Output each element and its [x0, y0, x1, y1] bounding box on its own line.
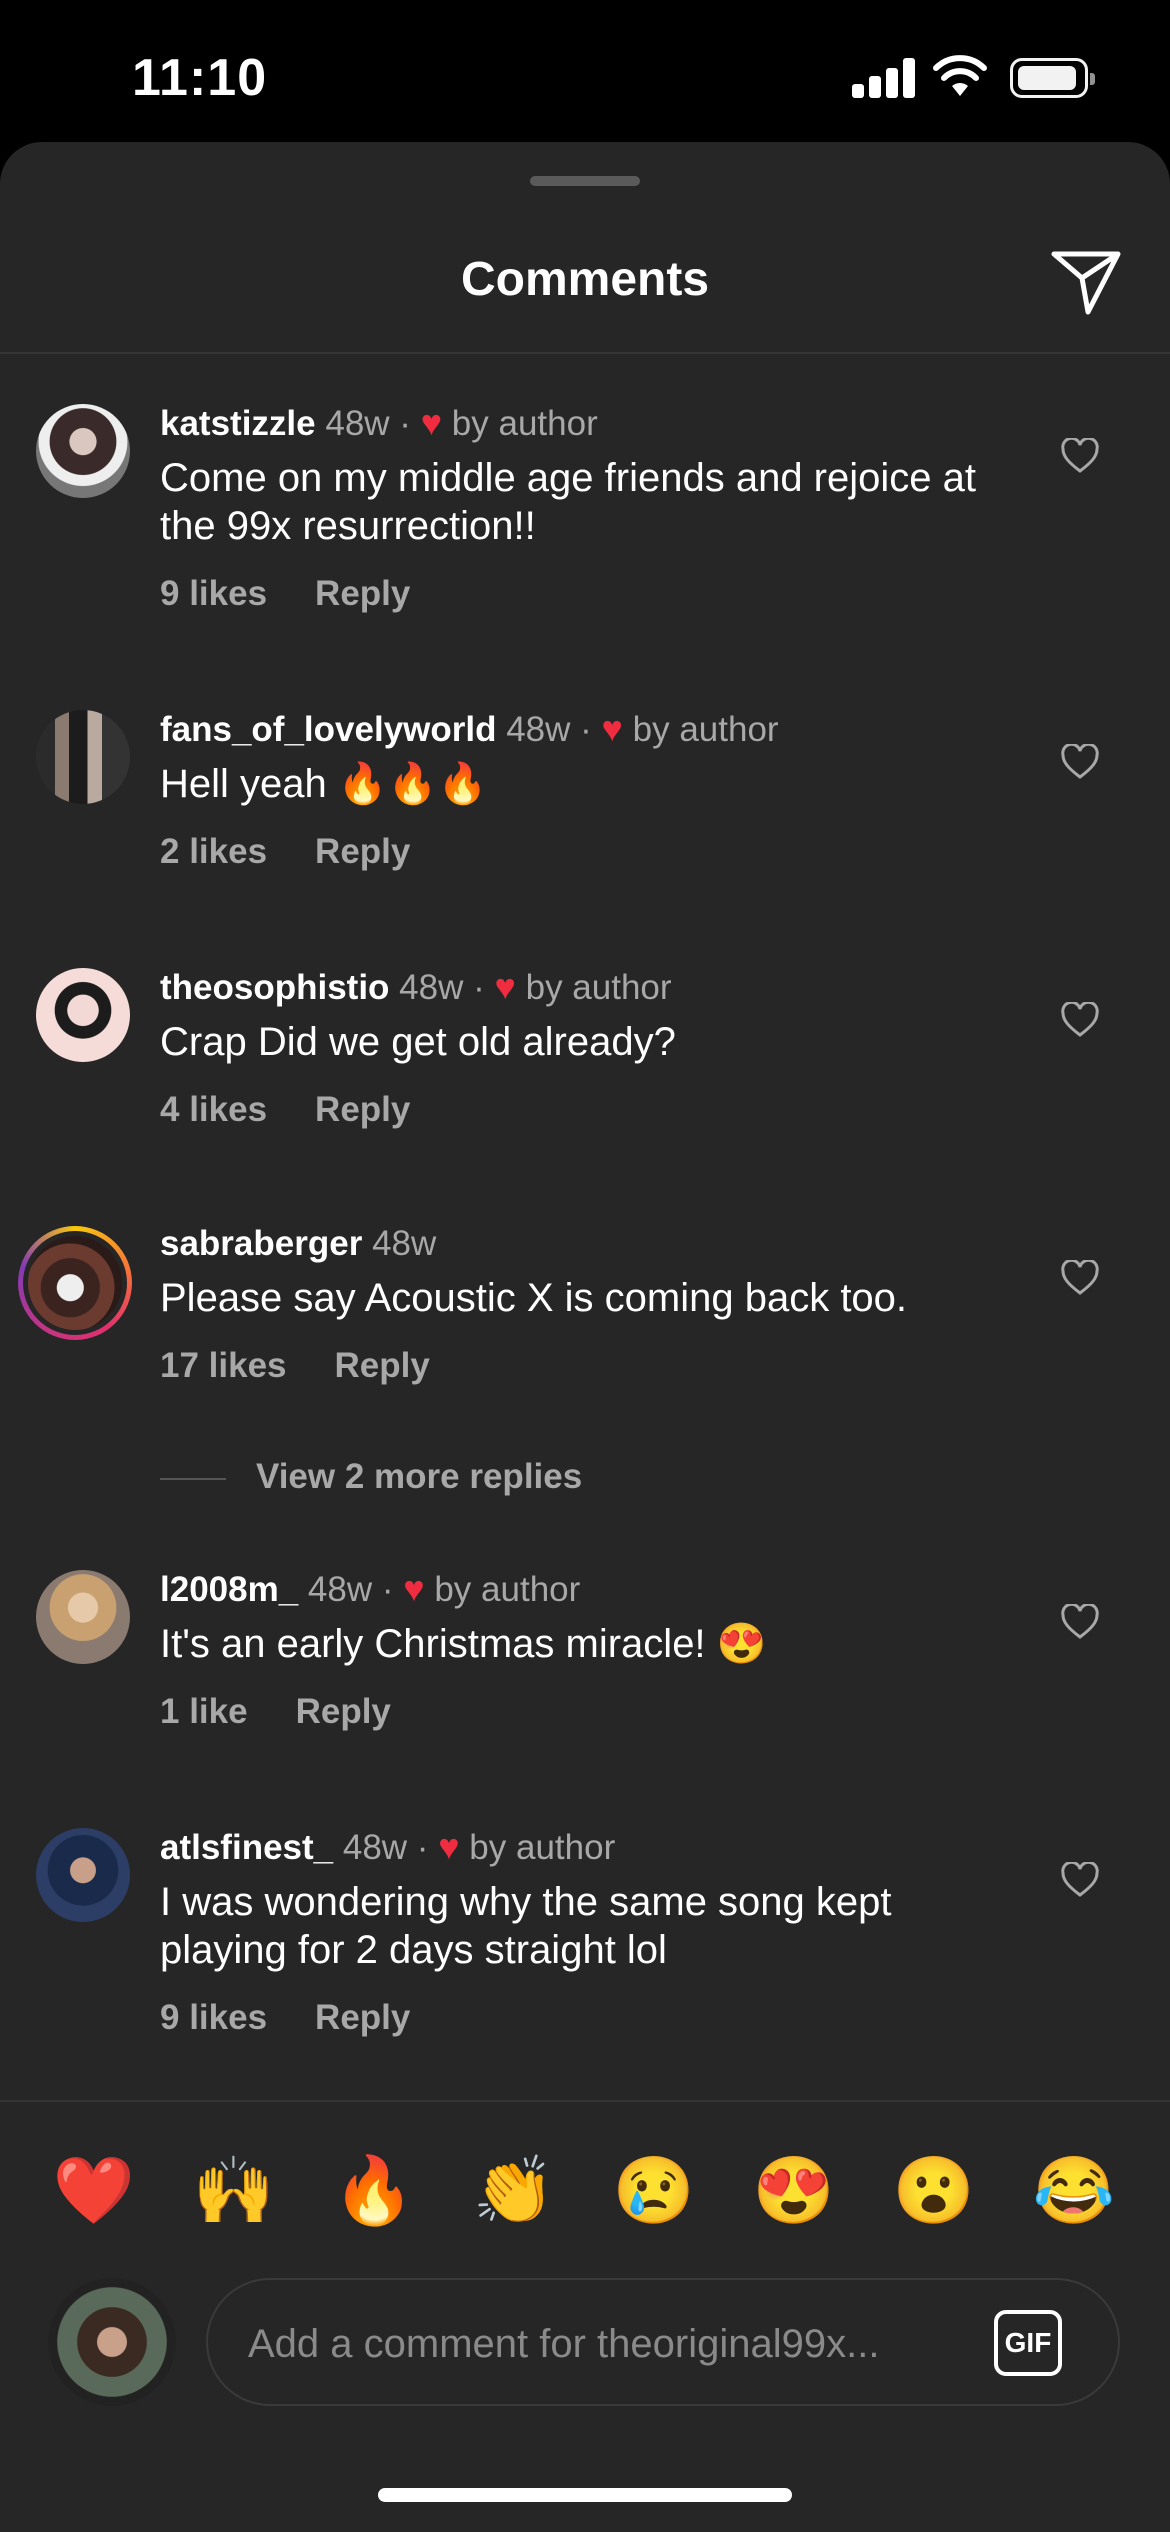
- avatar[interactable]: [36, 1828, 130, 1922]
- comment-age: 48w: [399, 968, 464, 1007]
- avatar[interactable]: [36, 1570, 130, 1664]
- avatar[interactable]: [36, 710, 130, 804]
- author-like-icon: ♥: [403, 1568, 425, 1609]
- comment-actions: 4 likes Reply: [160, 1090, 410, 1130]
- liked-by-author: by author: [451, 404, 598, 443]
- reaction-heart-eyes-emoji[interactable]: 😍: [746, 2152, 842, 2230]
- comment-age: 48w: [342, 1828, 408, 1867]
- reply-button[interactable]: Reply: [315, 1090, 410, 1129]
- comment-meta: katstizzle 48w · ♥ by author: [160, 402, 598, 443]
- comment-actions: 9 likes Reply: [160, 574, 410, 614]
- comment-username[interactable]: fans_of_lovelyworld: [160, 710, 496, 749]
- comment-username[interactable]: atlsfinest_: [160, 1828, 333, 1867]
- like-icon[interactable]: [1060, 1862, 1100, 1898]
- likes-count[interactable]: 9 likes: [160, 1998, 267, 2037]
- comment-text: Crap Did we get old already?: [160, 1020, 676, 1064]
- reaction-crying-emoji[interactable]: 😢: [606, 2152, 702, 2230]
- replies-line: [160, 1477, 226, 1480]
- comment-text: It's an early Christmas miracle! 😍: [160, 1622, 767, 1666]
- view-more-replies-button[interactable]: View 2 more replies: [160, 1457, 582, 1497]
- author-like-icon: ♥: [494, 966, 516, 1007]
- battery-icon: [1010, 58, 1095, 98]
- likes-count[interactable]: 9 likes: [160, 574, 267, 613]
- comment-actions: 2 likes Reply: [160, 832, 410, 872]
- cellular-signal-icon: [852, 58, 916, 98]
- comments-sheet: Comments katstizzle 48w · ♥ by author Co…: [0, 142, 1170, 2532]
- home-indicator: [378, 2488, 792, 2502]
- avatar[interactable]: [28, 1236, 122, 1330]
- reaction-laughing-emoji[interactable]: 😂: [1026, 2152, 1122, 2230]
- liked-by-author: by author: [525, 968, 672, 1007]
- like-icon[interactable]: [1060, 744, 1100, 780]
- header-divider: [0, 352, 1170, 354]
- like-icon[interactable]: [1060, 1002, 1100, 1038]
- comment-username[interactable]: theosophistio: [160, 968, 389, 1007]
- current-user-avatar: [48, 2278, 176, 2406]
- like-icon[interactable]: [1060, 438, 1100, 474]
- liked-by-author: by author: [469, 1828, 616, 1867]
- comment-actions: 1 like Reply: [160, 1692, 391, 1732]
- comment-text: Hell yeah 🔥🔥🔥: [160, 762, 488, 806]
- liked-by-author: by author: [434, 1570, 581, 1609]
- author-like-icon: ♥: [438, 1826, 460, 1867]
- comment-input-container: GIF: [206, 2278, 1120, 2406]
- comment-username[interactable]: sabraberger: [160, 1224, 362, 1263]
- view-more-replies-label: View 2 more replies: [256, 1457, 583, 1496]
- likes-count[interactable]: 1 like: [160, 1692, 248, 1731]
- comment-meta: fans_of_lovelyworld 48w · ♥ by author: [160, 708, 779, 749]
- comment-text: I was wondering why the same song kept p…: [160, 1880, 892, 1972]
- reply-button[interactable]: Reply: [315, 574, 410, 613]
- comment-age: 48w: [506, 710, 571, 749]
- sheet-grabber[interactable]: [530, 176, 640, 186]
- status-time: 11:10: [132, 49, 268, 107]
- wifi-icon: [933, 55, 987, 96]
- reaction-fire-emoji[interactable]: 🔥: [326, 2152, 422, 2230]
- like-icon[interactable]: [1060, 1604, 1100, 1640]
- comment-composer-area: ❤️ 🙌 🔥 👏 😢 😍 😮 😂 GIF: [0, 2100, 1170, 2532]
- avatar[interactable]: [36, 404, 130, 498]
- comment-age: 48w: [325, 404, 390, 443]
- comment-meta: l2008m_ 48w · ♥ by author: [160, 1568, 581, 1609]
- reaction-clap-emoji[interactable]: 👏: [466, 2152, 562, 2230]
- comment-text: Please say Acoustic X is coming back too…: [160, 1276, 908, 1320]
- reaction-heart-emoji[interactable]: ❤️: [46, 2152, 142, 2230]
- gif-button[interactable]: GIF: [994, 2310, 1062, 2376]
- reply-button[interactable]: Reply: [315, 1998, 410, 2037]
- comment-actions: 17 likes Reply: [160, 1346, 430, 1386]
- sheet-title: Comments: [460, 253, 710, 306]
- comment-username[interactable]: l2008m_: [160, 1570, 298, 1609]
- reply-button[interactable]: Reply: [315, 832, 410, 871]
- reaction-raised-hands-emoji[interactable]: 🙌: [186, 2152, 282, 2230]
- comment-username[interactable]: katstizzle: [160, 404, 316, 443]
- likes-count[interactable]: 2 likes: [160, 832, 267, 871]
- avatar[interactable]: [36, 968, 130, 1062]
- comment-input[interactable]: [246, 2310, 950, 2378]
- reply-button[interactable]: Reply: [296, 1692, 391, 1731]
- author-like-icon: ♥: [601, 708, 623, 749]
- reaction-surprised-emoji[interactable]: 😮: [886, 2152, 982, 2230]
- status-bar: 11:10: [0, 0, 1170, 142]
- comment-meta: atlsfinest_ 48w · ♥ by author: [160, 1826, 616, 1867]
- comment-age: 48w: [372, 1224, 437, 1263]
- author-like-icon: ♥: [420, 402, 443, 443]
- liked-by-author: by author: [632, 710, 779, 749]
- composer-divider: [0, 2100, 1170, 2102]
- story-ring[interactable]: [18, 1226, 132, 1340]
- like-icon[interactable]: [1060, 1260, 1100, 1296]
- send-icon[interactable]: [1050, 248, 1122, 316]
- reply-button[interactable]: Reply: [335, 1346, 430, 1385]
- likes-count[interactable]: 17 likes: [160, 1346, 287, 1385]
- likes-count[interactable]: 4 likes: [160, 1090, 267, 1129]
- comment-text: Come on my middle age friends and rejoic…: [160, 456, 976, 548]
- comment-actions: 9 likes Reply: [160, 1998, 410, 2038]
- comment-meta: sabraberger 48w: [160, 1224, 436, 1264]
- comment-age: 48w: [307, 1570, 373, 1609]
- comment-meta: theosophistio 48w · ♥ by author: [160, 966, 672, 1007]
